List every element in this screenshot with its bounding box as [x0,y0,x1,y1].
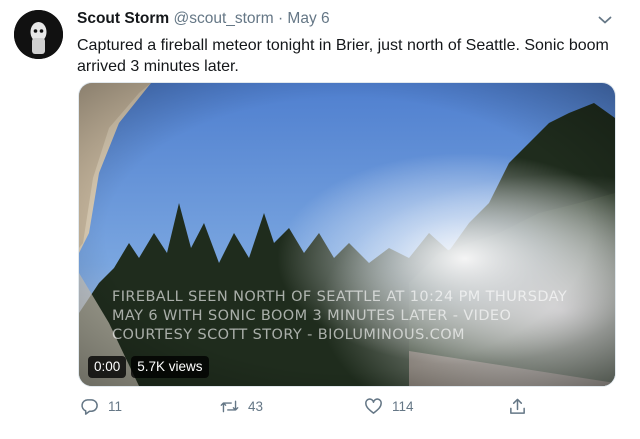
caption-line: FIREBALL SEEN NORTH OF SEATTLE AT 10:24 … [112,289,568,305]
reply-button[interactable]: 11 [80,397,122,416]
video-caption: FIREBALL SEEN NORTH OF SEATTLE AT 10:24 … [112,288,592,345]
chevron-down-icon[interactable] [597,12,613,28]
retweet-count: 43 [248,399,264,414]
share-icon [510,398,525,414]
tweet[interactable]: Scout Storm @scout_storm · May 6 Capture… [0,0,640,439]
avatar-image [14,10,63,59]
tweet-header: Scout Storm @scout_storm · May 6 [77,10,330,28]
like-button[interactable]: 114 [364,397,414,416]
reply-icon [81,399,98,415]
tweet-text: Captured a fireball meteor tonight in Br… [77,37,609,75]
caption-line: MAY 6 WITH SONIC BOOM 3 MINUTES LATER - … [112,308,512,324]
reply-count: 11 [108,399,123,414]
retweet-icon [220,400,239,413]
author-handle[interactable]: @scout_storm [173,10,273,27]
retweet-button[interactable]: 43 [220,397,263,416]
video-badges: 0:00 5.7K views [88,356,209,378]
tweet-actions: 11 43 114 [78,397,618,421]
share-button[interactable] [508,397,527,416]
like-count: 114 [392,399,414,414]
video-player[interactable]: FIREBALL SEEN NORTH OF SEATTLE AT 10:24 … [78,82,616,387]
separator: · [277,10,284,27]
caption-line: COURTESY SCOTT STORY - BIOLUMINOUS.COM [112,327,465,343]
tweet-date[interactable]: May 6 [287,10,329,27]
avatar[interactable] [14,10,63,59]
author-name[interactable]: Scout Storm [77,10,169,27]
video-views-badge: 5.7K views [131,356,209,378]
heart-icon [365,398,382,414]
video-time-badge: 0:00 [88,356,127,378]
